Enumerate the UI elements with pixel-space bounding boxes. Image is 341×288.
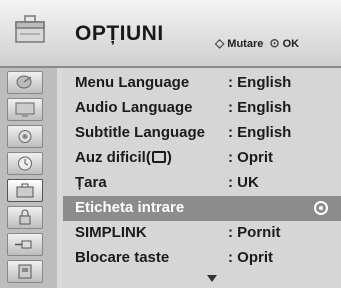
category-sidebar [0,68,57,288]
sidebar-item-usb[interactable] [7,260,43,283]
enter-submenu-icon [314,201,328,215]
menu-row-hearing-impaired[interactable]: Auz dificil() : Oprit [63,146,341,171]
row-label: Menu Language [75,74,190,91]
menu-row-key-lock[interactable]: Blocare taste : Oprit [63,246,341,271]
option-toolbox-icon [10,10,50,50]
nav-arrows-icon: ◇ [215,36,225,50]
row-value: : English [228,124,292,141]
row-label: Blocare taste [75,249,170,266]
clock-time-icon [18,156,32,171]
sidebar-item-input[interactable] [7,233,43,256]
input-plug-icon [15,240,32,249]
row-label-prefix: Auz dificil( [75,149,151,166]
row-label: Eticheta intrare [75,199,185,216]
option-toolbox-icon [16,183,34,198]
row-label: Auz dificil() [75,149,172,166]
speaker-audio-icon [18,130,32,143]
row-value: : English [228,99,292,116]
page-title: OPȚIUNI [75,22,164,45]
row-label: Țara [75,174,107,191]
usb-media-icon [18,264,32,279]
ok-button-icon: ⊙ [269,36,280,50]
picture-monitor-icon [15,102,35,117]
options-list: Menu Language : English Audio Language :… [63,68,341,288]
row-label: SIMPLINK [75,224,147,241]
satellite-dish-icon [16,75,32,89]
subtitle-cc-icon [151,151,166,163]
sidebar-item-audio[interactable] [7,125,43,148]
row-value: : Oprit [228,249,273,266]
menu-row-audio-language[interactable]: Audio Language : English [63,96,341,121]
row-value: : Pornit [228,224,281,241]
sidebar-item-picture[interactable] [7,98,43,121]
scroll-down-arrow-icon[interactable] [207,275,217,282]
row-value: : English [228,74,292,91]
menu-header: OPȚIUNI ◇ Mutare ⊙ OK [0,0,341,68]
control-hint: ◇ Mutare ⊙ OK [215,36,299,50]
menu-row-simplink[interactable]: SIMPLINK : Pornit [63,221,341,246]
sidebar-item-lock[interactable] [7,206,43,229]
hint-ok-label: OK [282,38,300,50]
menu-row-country[interactable]: Țara : UK [63,171,341,196]
lock-icon [19,209,31,225]
row-value: : Oprit [228,149,273,166]
tv-menu-window: OPȚIUNI ◇ Mutare ⊙ OK Menu Language: En… [0,0,341,288]
hint-move-label: Mutare [227,38,264,50]
row-label-suffix: ) [166,149,172,166]
menu-row-menu-language[interactable]: Menu Language : English [63,71,341,96]
menu-row-subtitle-language[interactable]: Subtitle Language : English [63,121,341,146]
row-value: : UK [228,174,259,191]
sidebar-item-time[interactable] [7,152,43,175]
row-label: Subtitle Language [75,124,206,141]
menu-row-input-label[interactable]: Eticheta intrare [63,196,341,221]
sidebar-item-option[interactable] [7,179,43,202]
sidebar-item-setup[interactable] [7,71,43,94]
row-label: Audio Language [75,99,193,116]
